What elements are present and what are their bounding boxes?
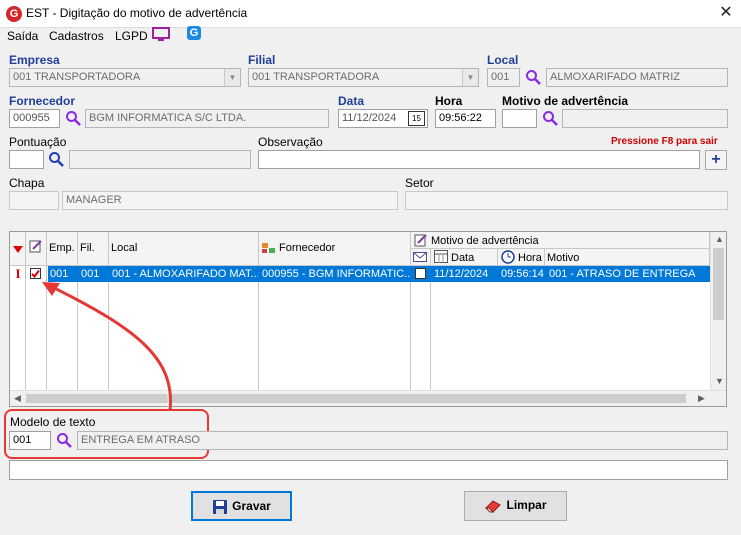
modelo-name-field: ENTREGA EM ATRASO xyxy=(77,431,728,450)
modelo-code-field[interactable]: 001 xyxy=(9,431,51,450)
gravar-button[interactable]: Gravar xyxy=(191,491,292,521)
limpar-button[interactable]: Limpar xyxy=(464,491,567,521)
eraser-icon xyxy=(485,500,502,513)
text-model-field[interactable] xyxy=(9,460,728,480)
save-icon xyxy=(213,500,228,514)
modelo-label: Modelo de texto xyxy=(10,415,96,429)
gravar-label: Gravar xyxy=(232,499,271,514)
limpar-label: Limpar xyxy=(506,498,547,512)
search-icon[interactable] xyxy=(56,432,72,448)
